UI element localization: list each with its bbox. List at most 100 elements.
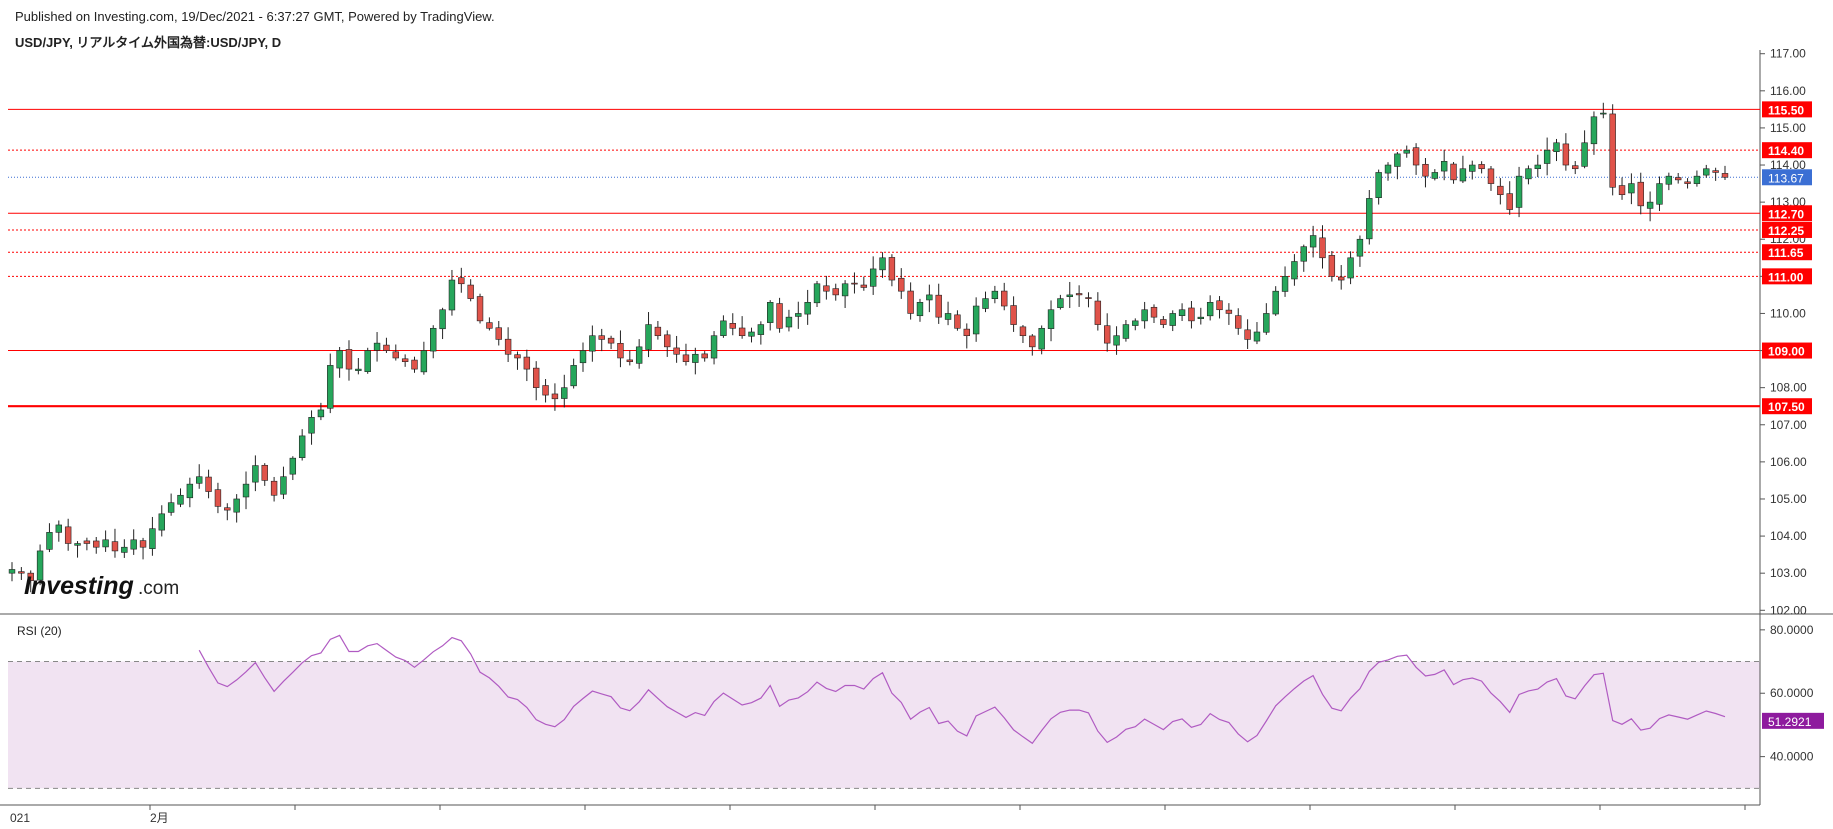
candle-body [121,546,128,553]
candle-body [1656,183,1663,205]
candle-body [205,476,212,492]
price-tick-label: 105.00 [1770,492,1807,506]
candle-body [1057,298,1064,308]
candle-body [589,335,596,352]
candle-body [963,328,970,337]
candle-body [1403,149,1410,154]
candle-body [1543,149,1551,164]
candle-body [1618,185,1626,196]
investing-logo: Investing .com [24,572,179,600]
candle-body [1366,198,1373,240]
candle-body [383,344,390,351]
candle-body [1113,335,1120,346]
candle-body [972,305,980,335]
candle-body [1085,297,1092,299]
candle-body [1319,237,1326,259]
candle-body [635,346,643,364]
candle-body [1572,165,1579,170]
candle-body [1141,309,1148,322]
candle-body [1590,116,1598,145]
candle-body [1029,335,1036,348]
candle-body [542,385,549,396]
candle-body [813,283,821,304]
level-badge-label: 107.50 [1768,400,1805,414]
candle-body [1394,153,1401,167]
candle-body [1169,313,1176,326]
candle-body [74,543,81,546]
candle-body [916,302,924,317]
candle-body [841,283,849,297]
candle-body [298,435,306,458]
candle-body [158,513,165,531]
price-tick-label: 103.00 [1770,566,1807,580]
candle-body [411,359,418,370]
level-badge-label: 109.00 [1768,345,1805,359]
candle-body [55,524,63,533]
candle-body [130,539,137,550]
candle-body [1206,302,1214,317]
level-badge-label: 114.40 [1768,144,1804,158]
price-tick-label: 110.00 [1770,306,1806,320]
candle-body [851,282,858,285]
candle-body [1281,276,1289,292]
candle-body [93,540,100,548]
candle-body [879,257,886,271]
current-price-label: 113.67 [1768,171,1804,185]
candle-body [1440,161,1448,172]
candle-body [869,268,877,287]
candle-body [982,298,989,309]
candle-body [664,334,671,348]
candle-body [1263,313,1270,333]
candle-body [233,498,240,513]
candle-body [570,365,577,387]
candle-body [1693,175,1701,184]
price-tick-label: 117.00 [1770,47,1806,61]
candle-body [1478,164,1485,170]
candle-body [710,335,718,359]
candle-body [1506,193,1513,210]
candle-body [1422,163,1429,177]
candle-body [252,465,259,483]
candle-body [645,324,652,350]
candles[interactable] [8,102,1729,593]
price-chart[interactable]: 102.00 103.00 104.00 105.00 106.00 107.00 108.… [0,0,1833,829]
candle-body [83,540,91,544]
candle-body [1600,112,1607,115]
candle-body [1487,168,1495,184]
candle-body [1525,168,1532,180]
candle-body [242,483,250,498]
price-tick-label: 104.00 [1770,529,1807,543]
candle-body [1075,293,1083,296]
candle-body [935,294,942,318]
candle-body [336,350,343,369]
candle-body [729,323,736,329]
candle-body [486,322,493,329]
candle-body [1122,324,1130,339]
candle-body [345,349,353,370]
candle-body [795,313,802,317]
candle-body [907,290,914,314]
candle-body [467,284,474,299]
candle-body [832,288,839,296]
candle-body [579,350,587,364]
rsi-title: RSI (20) [17,624,62,638]
rsi-tick-label: 80.0000 [1770,623,1814,637]
time-axis-label: 021 [10,811,30,825]
candle-body [373,342,381,351]
candle-body [1469,164,1476,172]
candle-body [514,354,521,359]
watermark-brand: Investing [24,572,134,600]
candle-body [1674,177,1682,181]
candle-body [177,494,184,505]
candle-body [1431,172,1439,179]
candle-body [458,277,465,285]
candle-body [738,327,746,337]
candle-body [1300,246,1307,262]
candle-body [401,358,409,362]
candle-body [317,409,325,418]
candle-body [898,277,905,292]
level-badge-label: 112.25 [1768,224,1804,238]
candle-body [1309,235,1317,248]
candle-body [1609,113,1616,188]
candle-body [1216,300,1223,311]
